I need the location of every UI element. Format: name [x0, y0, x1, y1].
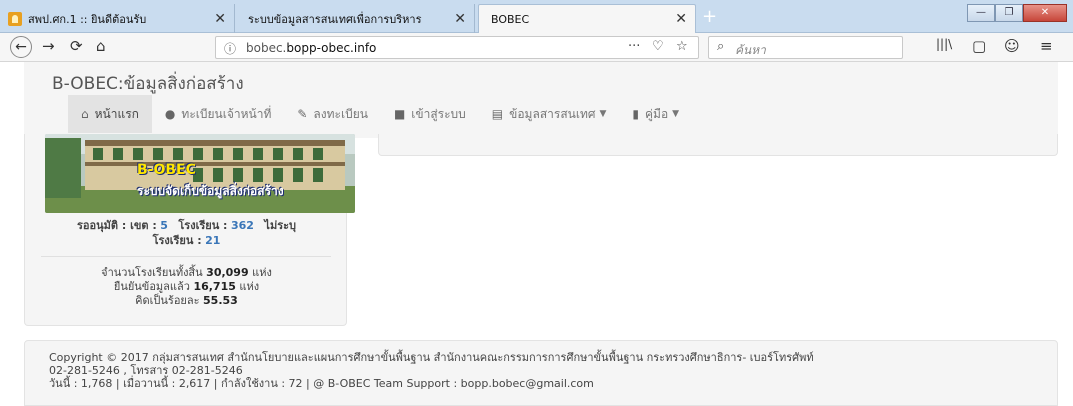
search-box[interactable]: ⌕ ค้นหา	[708, 36, 903, 59]
footer-stats: วันนี้ : 1,768 | เมื่อวานนี้ : 2,617 | ก…	[49, 377, 594, 390]
browser-tab-3[interactable]: BOBEC ✕	[478, 4, 696, 33]
banner-subtitle: ระบบจัดเก็บข้อมูลสิ่งก่อสร้าง	[137, 184, 284, 198]
caret-down-icon: ▼	[672, 109, 680, 119]
footer-phone: 02-281-5246 , โทรสาร 02-281-5246	[49, 364, 243, 377]
summary-percent: คิดเป็นร้อยละ 55.53	[25, 294, 348, 308]
menu-item-manual[interactable]: ▮ คู่มือ ▼	[619, 95, 692, 133]
site-favicon-icon	[8, 11, 22, 26]
main-menu: ⌂ หน้าแรก ● ทะเบียนเจ้าหน้าที่ ✎ ลงทะเบี…	[68, 95, 692, 133]
unspecified-label: ไม่ระบุ	[264, 219, 297, 232]
list-icon: ▤	[491, 107, 504, 121]
new-tab-plus-icon[interactable]: +	[702, 6, 717, 27]
browser-tab-bar: สพป.ศก.1 :: ยินดีต้อนรับ ✕ ระบบข้อมูลสาร…	[0, 0, 1073, 33]
total-prefix: จำนวนโรงเรียนทั้งสิ้น	[101, 266, 203, 279]
back-arrow-icon[interactable]: ←	[10, 36, 32, 58]
school-count[interactable]: 362	[231, 219, 254, 232]
menu-label: ลงทะเบียน	[313, 106, 368, 121]
minimize-icon[interactable]: —	[967, 4, 995, 22]
bookmark-star-icon[interactable]: ☆	[676, 39, 688, 54]
footer-copyright: Copyright © 2017 กลุ่มสารสนเทศ สำนักนโยบ…	[49, 351, 814, 364]
sidebar-panel: B-OBEC ระบบจัดเก็บข้อมูลสิ่งก่อสร้าง รออ…	[24, 134, 355, 326]
pending-label: รออนุมัติ : เขต :	[76, 219, 157, 232]
pending-line-1: รออนุมัติ : เขต : 5 โรงเรียน : 362 ไม่ระ…	[25, 218, 348, 233]
extension-icon[interactable]: ☺	[1004, 37, 1020, 55]
pending-approval-stats: รออนุมัติ : เขต : 5 โรงเรียน : 362 ไม่ระ…	[25, 218, 348, 248]
district-count[interactable]: 5	[160, 219, 168, 232]
menu-item-register[interactable]: ✎ ลงทะเบียน	[284, 95, 381, 133]
edit-icon: ✎	[297, 107, 308, 121]
menu-item-staff-registry[interactable]: ● ทะเบียนเจ้าหน้าที่	[152, 95, 284, 133]
window-controls: — ❐ ✕	[967, 4, 1067, 22]
total-unit: แห่ง	[252, 266, 272, 279]
menu-label: ทะเบียนเจ้าหน้าที่	[181, 106, 272, 121]
menu-label: คู่มือ	[645, 106, 669, 121]
percent-value: 55.53	[203, 294, 238, 307]
site-header: B-OBEC:ข้อมูลสิ่งก่อสร้าง ⌂ หน้าแรก ● ทะ…	[24, 62, 1058, 138]
close-window-icon[interactable]: ✕	[1023, 4, 1067, 22]
tab-title: BOBEC	[491, 12, 530, 26]
info-icon[interactable]: ⓘ	[224, 40, 236, 57]
banner-logo-text: B-OBEC	[137, 162, 196, 178]
url-domain: bopp-obec.info	[286, 41, 377, 55]
menu-label: ข้อมูลสารสนเทศ	[509, 106, 596, 121]
forward-arrow-icon[interactable]: →	[42, 37, 55, 55]
web-page: B-OBEC:ข้อมูลสิ่งก่อสร้าง ⌂ หน้าแรก ● ทะ…	[0, 62, 1073, 406]
menu-label: หน้าแรก	[94, 106, 139, 121]
address-bar[interactable]: ⓘ bobec.bopp-obec.info ··· ♡ ☆	[215, 36, 699, 59]
browser-tab-2[interactable]: ระบบข้อมูลสารสนเทศเพื่อการบริหาร ✕	[240, 4, 475, 33]
summary-confirmed: ยืนยันข้อมูลแล้ว 16,715 แห่ง	[25, 280, 348, 294]
maximize-icon[interactable]: ❐	[995, 4, 1023, 22]
pending-line-2: โรงเรียน : 21	[25, 233, 348, 248]
search-icon: ⌕	[717, 39, 725, 54]
caret-down-icon: ▼	[599, 109, 607, 119]
menu-item-home[interactable]: ⌂ หน้าแรก	[68, 95, 152, 133]
school-banner-image: B-OBEC ระบบจัดเก็บข้อมูลสิ่งก่อสร้าง	[45, 134, 355, 213]
user-icon: ●	[164, 107, 176, 121]
main-content-panel	[378, 134, 1058, 156]
menu-label: เข้าสู่ระบบ	[411, 106, 466, 121]
confirmed-unit: แห่ง	[239, 280, 260, 293]
menu-item-information[interactable]: ▤ ข้อมูลสารสนเทศ ▼	[479, 95, 620, 133]
lock-icon: ■	[393, 107, 406, 121]
pocket-icon[interactable]: ♡	[652, 39, 664, 54]
url-text: bobec.bopp-obec.info	[246, 41, 376, 55]
hamburger-menu-icon[interactable]: ≡	[1040, 37, 1053, 55]
site-brand[interactable]: B-OBEC:ข้อมูลสิ่งก่อสร้าง	[52, 70, 244, 97]
url-prefix: bobec.	[246, 41, 287, 55]
close-tab-icon[interactable]: ✕	[454, 11, 466, 27]
home-icon: ⌂	[81, 107, 89, 121]
search-placeholder: ค้นหา	[735, 43, 766, 57]
unspecified-school-label: โรงเรียน :	[152, 234, 202, 247]
school-summary: จำนวนโรงเรียนทั้งสิ้น 30,099 แห่ง ยืนยัน…	[25, 266, 348, 308]
reload-icon[interactable]: ⟳	[70, 37, 83, 55]
menu-item-login[interactable]: ■ เข้าสู่ระบบ	[381, 95, 479, 133]
unspecified-school-count[interactable]: 21	[205, 234, 220, 247]
close-tab-icon[interactable]: ✕	[675, 11, 687, 27]
library-icon[interactable]: |||\	[936, 37, 952, 51]
close-tab-icon[interactable]: ✕	[214, 11, 226, 27]
site-footer: Copyright © 2017 กลุ่มสารสนเทศ สำนักนโยบ…	[24, 340, 1058, 406]
browser-tab-1[interactable]: สพป.ศก.1 :: ยินดีต้อนรับ ✕	[0, 4, 235, 33]
browser-nav-bar: ← → ⟳ ⌂ ⓘ bobec.bopp-obec.info ··· ♡ ☆ ⌕…	[0, 33, 1073, 62]
book-icon: ▮	[632, 107, 640, 121]
confirmed-prefix: ยืนยันข้อมูลแล้ว	[113, 280, 190, 293]
sidebar-divider	[41, 256, 331, 257]
sidebar-icon[interactable]: ▢	[972, 37, 986, 55]
tab-title: สพป.ศก.1 :: ยินดีต้อนรับ	[28, 12, 147, 26]
school-label: โรงเรียน :	[178, 219, 228, 232]
home-icon[interactable]: ⌂	[96, 37, 106, 55]
page-actions-icon[interactable]: ···	[628, 39, 640, 54]
confirmed-value: 16,715	[193, 280, 236, 293]
percent-prefix: คิดเป็นร้อยละ	[135, 294, 200, 307]
tab-title: ระบบข้อมูลสารสนเทศเพื่อการบริหาร	[248, 12, 422, 26]
total-value: 30,099	[206, 266, 249, 279]
summary-total: จำนวนโรงเรียนทั้งสิ้น 30,099 แห่ง	[25, 266, 348, 280]
